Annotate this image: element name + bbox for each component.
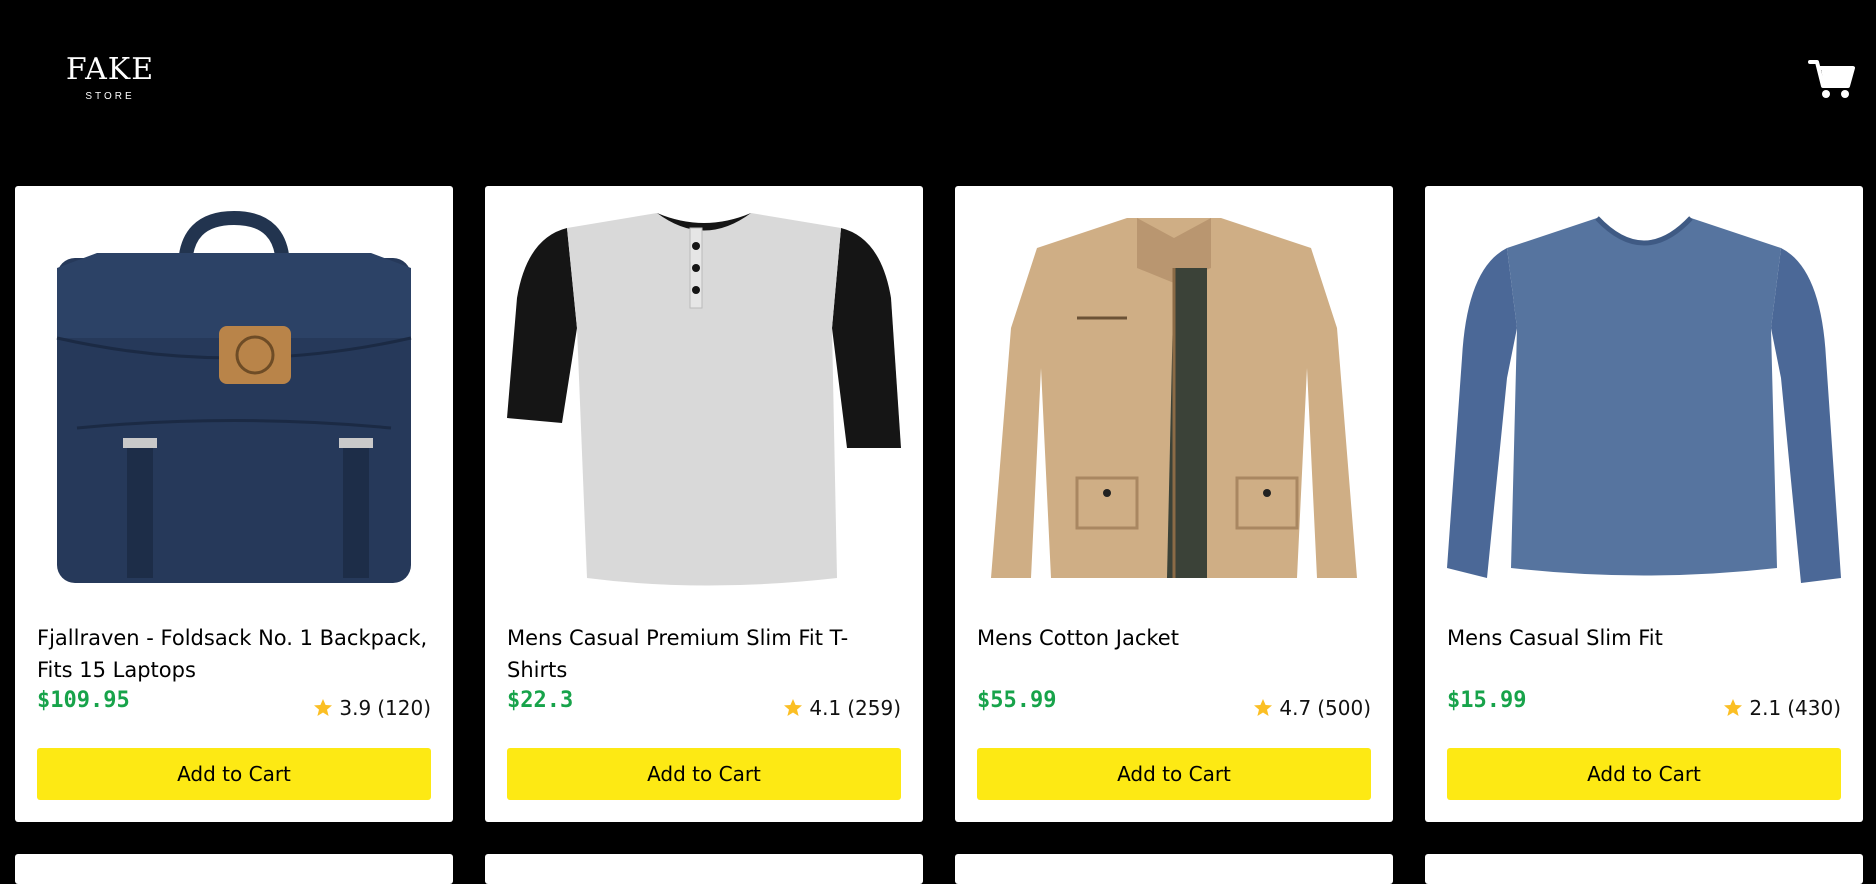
rating-value: 4.7 <box>1279 696 1312 720</box>
product-image[interactable] <box>37 208 431 588</box>
product-card: Fjallraven - Foldsack No. 1 Backpack, Fi… <box>15 186 453 822</box>
product-image[interactable] <box>977 208 1371 588</box>
rating-count: (259) <box>847 696 901 720</box>
shopping-cart-icon[interactable] <box>1808 58 1856 100</box>
rating-value: 4.1 <box>809 696 842 720</box>
product-card: Mens Casual Premium Slim Fit T-Shirts $2… <box>485 186 923 822</box>
rating-count: (120) <box>377 696 431 720</box>
add-to-cart-button[interactable]: Add to Cart <box>1447 748 1841 800</box>
product-price: $15.99 <box>1447 688 1527 713</box>
store-logo[interactable]: FAKE STORE <box>60 52 160 103</box>
star-icon <box>784 699 803 716</box>
product-rating: 4.1 (259) <box>783 696 901 720</box>
product-card-partial <box>955 854 1393 884</box>
product-title[interactable]: Mens Casual Slim Fit <box>1447 622 1841 654</box>
rating-count: (430) <box>1787 696 1841 720</box>
product-image[interactable] <box>507 208 901 588</box>
product-image[interactable] <box>1447 208 1841 588</box>
logo-subtitle: STORE <box>85 91 135 102</box>
product-card: Mens Casual Slim Fit $15.99 2.1 (430) Ad… <box>1425 186 1863 822</box>
star-icon <box>1724 699 1743 716</box>
product-price: $109.95 <box>37 688 130 713</box>
product-title[interactable]: Mens Cotton Jacket <box>977 622 1371 654</box>
rating-count: (500) <box>1317 696 1371 720</box>
logo-wordmark: FAKE <box>65 52 155 87</box>
product-card-partial <box>485 854 923 884</box>
product-price: $55.99 <box>977 688 1057 713</box>
star-icon <box>314 699 333 716</box>
product-card-partial <box>15 854 453 884</box>
product-title[interactable]: Fjallraven - Foldsack No. 1 Backpack, Fi… <box>37 622 431 686</box>
product-price: $22.3 <box>507 688 574 713</box>
product-card-partial <box>1425 854 1863 884</box>
rating-value: 2.1 <box>1749 696 1782 720</box>
rating-value: 3.9 <box>339 696 372 720</box>
add-to-cart-button[interactable]: Add to Cart <box>977 748 1371 800</box>
product-title[interactable]: Mens Casual Premium Slim Fit T-Shirts <box>507 622 901 686</box>
product-rating: 3.9 (120) <box>313 696 431 720</box>
product-rating: 4.7 (500) <box>1253 696 1371 720</box>
product-rating: 2.1 (430) <box>1723 696 1841 720</box>
site-header: FAKE STORE <box>0 0 1876 160</box>
add-to-cart-button[interactable]: Add to Cart <box>37 748 431 800</box>
product-card: Mens Cotton Jacket $55.99 4.7 (500) Add … <box>955 186 1393 822</box>
star-icon <box>1254 699 1273 716</box>
add-to-cart-button[interactable]: Add to Cart <box>507 748 901 800</box>
